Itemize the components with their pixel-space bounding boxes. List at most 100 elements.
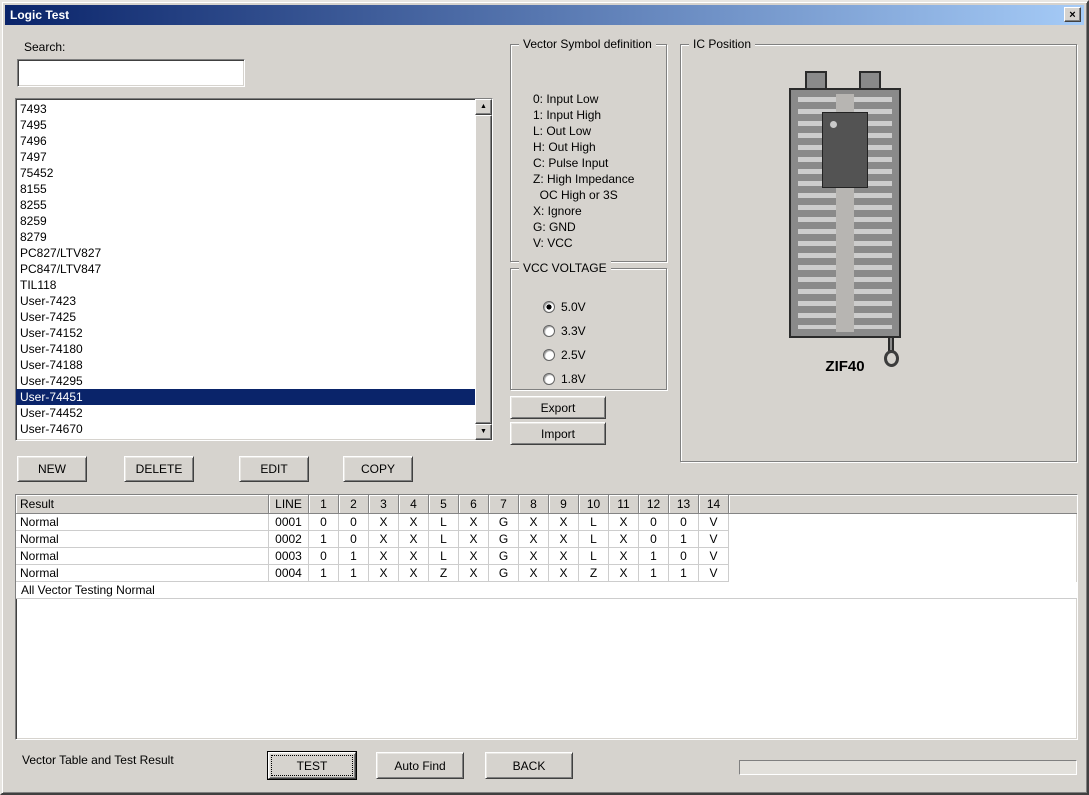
list-item[interactable]: User-7425 (16, 309, 475, 325)
list-item[interactable]: 7496 (16, 133, 475, 149)
list-item[interactable]: TIL118 (16, 277, 475, 293)
list-item[interactable]: User-74451 (16, 389, 475, 405)
vector-cell: X (459, 548, 489, 565)
list-item[interactable]: PC847/LTV847 (16, 261, 475, 277)
vector-cell: L (429, 548, 459, 565)
list-item[interactable]: User-74152 (16, 325, 475, 341)
list-item[interactable]: 8155 (16, 181, 475, 197)
ic-position-title: IC Position (689, 37, 755, 51)
vector-symbol-line: OC High or 3S (533, 187, 666, 203)
vector-cell: Z (429, 565, 459, 582)
table-header-cell: 5 (429, 495, 459, 514)
result-cell: Normal (16, 565, 269, 582)
list-item[interactable]: User-74452 (16, 405, 475, 421)
vector-symbol-title: Vector Symbol definition (519, 37, 656, 51)
list-item[interactable]: User-74295 (16, 373, 475, 389)
vector-cell: G (489, 514, 519, 531)
radio-icon[interactable] (543, 301, 555, 313)
result-cell: Normal (16, 548, 269, 565)
radio-label: 2.5V (561, 348, 586, 362)
line-cell: 0002 (269, 531, 309, 548)
table-header-row: ResultLINE1234567891011121314 (16, 495, 1077, 514)
vector-cell: X (609, 531, 639, 548)
vector-symbol-group: Vector Symbol definition 0: Input Low1: … (510, 44, 667, 262)
vcc-option[interactable]: 5.0V (543, 295, 666, 319)
list-item[interactable]: 8255 (16, 197, 475, 213)
vector-cell: 1 (309, 531, 339, 548)
autofind-button[interactable]: Auto Find (376, 752, 464, 779)
vector-cell: X (369, 565, 399, 582)
table-header-filler (729, 495, 1077, 514)
table-header-cell: 12 (639, 495, 669, 514)
vector-cell: G (489, 565, 519, 582)
vector-cell: X (519, 548, 549, 565)
vector-cell: G (489, 531, 519, 548)
vector-cell: X (609, 565, 639, 582)
table-header-cell: 10 (579, 495, 609, 514)
vector-symbol-line: Z: High Impedance (533, 171, 666, 187)
scroll-up-icon[interactable]: ▲ (475, 99, 492, 115)
ic-position-group: IC Position ZIF40 (680, 44, 1077, 462)
search-label: Search: (24, 40, 65, 54)
vector-cell: 1 (669, 565, 699, 582)
import-button[interactable]: Import (510, 422, 606, 445)
vector-cell: X (609, 548, 639, 565)
radio-icon[interactable] (543, 373, 555, 385)
vector-cell: L (579, 514, 609, 531)
test-button[interactable]: TEST (268, 752, 356, 779)
list-item[interactable]: 8259 (16, 213, 475, 229)
close-icon[interactable]: × (1064, 7, 1081, 22)
export-button[interactable]: Export (510, 396, 606, 419)
list-item[interactable]: User-74670 (16, 421, 475, 437)
list-scrollbar[interactable]: ▲ ▼ (475, 99, 492, 440)
result-cell: Normal (16, 531, 269, 548)
copy-button[interactable]: COPY (343, 456, 413, 482)
list-item[interactable]: PC827/LTV827 (16, 245, 475, 261)
list-item[interactable]: 7495 (16, 117, 475, 133)
vector-cell: X (549, 548, 579, 565)
table-header-cell: 1 (309, 495, 339, 514)
list-item[interactable]: 8279 (16, 229, 475, 245)
vector-cell: X (369, 548, 399, 565)
vcc-option[interactable]: 2.5V (543, 343, 666, 367)
list-item[interactable]: User-74188 (16, 357, 475, 373)
scroll-down-icon[interactable]: ▼ (475, 424, 492, 440)
table-header-cell: 2 (339, 495, 369, 514)
table-header-cell: 9 (549, 495, 579, 514)
back-button[interactable]: BACK (485, 752, 573, 779)
table-row: Normal000301XXLXGXXLX10V (16, 548, 1077, 565)
vector-cell: 1 (339, 565, 369, 582)
vector-cell: 1 (669, 531, 699, 548)
vector-symbol-line: C: Pulse Input (533, 155, 666, 171)
radio-icon[interactable] (543, 325, 555, 337)
table-row: Normal000210XXLXGXXLX01V (16, 531, 1077, 548)
table-header-cell: 13 (669, 495, 699, 514)
list-item[interactable]: 7493 (16, 101, 475, 117)
scrollbar-thumb[interactable] (475, 115, 492, 424)
vector-symbol-line: 1: Input High (533, 107, 666, 123)
list-item[interactable]: 75452 (16, 165, 475, 181)
vector-cell: X (549, 565, 579, 582)
vector-cell: L (429, 514, 459, 531)
line-cell: 0001 (269, 514, 309, 531)
delete-button[interactable]: DELETE (124, 456, 194, 482)
list-item[interactable]: 7497 (16, 149, 475, 165)
vcc-option[interactable]: 1.8V (543, 367, 666, 391)
search-input[interactable] (17, 59, 245, 87)
list-item[interactable]: User-7423 (16, 293, 475, 309)
radio-icon[interactable] (543, 349, 555, 361)
vector-cell: X (519, 514, 549, 531)
vector-cell: 0 (309, 514, 339, 531)
vector-cell: X (459, 514, 489, 531)
table-header-cell: 7 (489, 495, 519, 514)
edit-button[interactable]: EDIT (239, 456, 309, 482)
ic-listbox[interactable]: 7493749574967497754528155825582598279PC8… (15, 98, 493, 441)
vector-cell: X (519, 565, 549, 582)
vector-cell: X (459, 531, 489, 548)
new-button[interactable]: NEW (17, 456, 87, 482)
vector-cell: 0 (639, 531, 669, 548)
vector-symbol-line: G: GND (533, 219, 666, 235)
list-item[interactable]: User-74180 (16, 341, 475, 357)
vcc-option[interactable]: 3.3V (543, 319, 666, 343)
window-title: Logic Test (10, 8, 69, 22)
